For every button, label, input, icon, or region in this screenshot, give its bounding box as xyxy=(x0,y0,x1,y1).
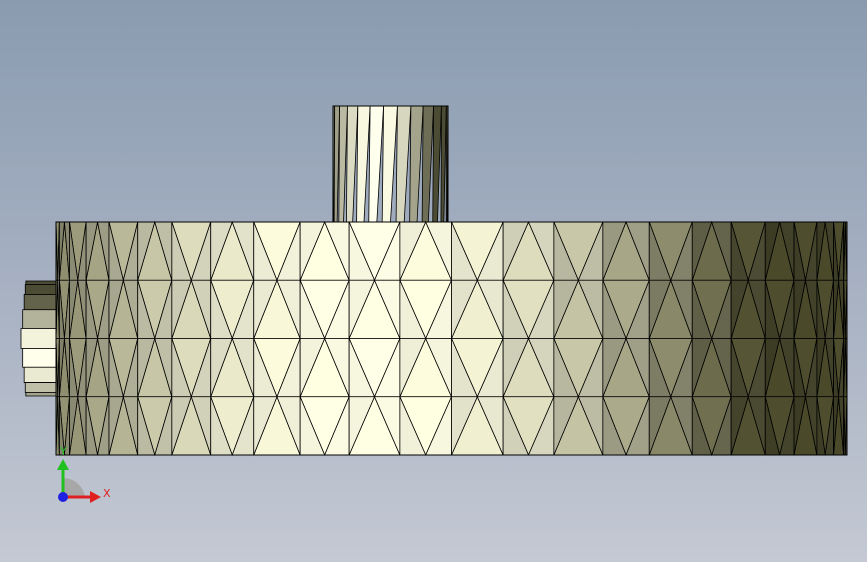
x-axis-label: X xyxy=(103,487,111,500)
z-axis-dot xyxy=(58,492,68,502)
3d-viewport[interactable]: Y X xyxy=(0,0,867,562)
y-axis-arrow xyxy=(57,459,69,470)
y-axis-label: Y xyxy=(59,445,67,458)
axis-triad: Y X xyxy=(57,445,111,503)
x-axis-arrow xyxy=(90,491,101,503)
